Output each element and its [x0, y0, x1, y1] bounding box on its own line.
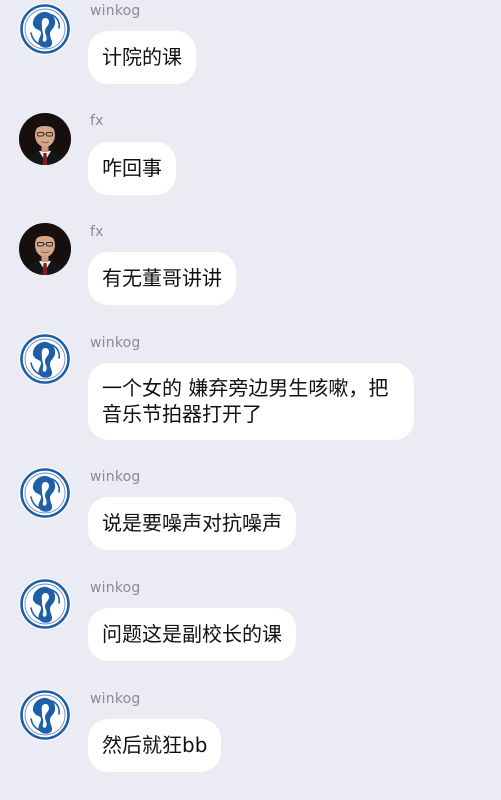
winkog-logo-icon[interactable]	[19, 3, 71, 55]
winkog-logo-icon[interactable]	[19, 333, 71, 385]
fx-photo-avatar[interactable]	[19, 223, 71, 275]
chat-message-list[interactable]: winkog 计院的课 fx 咋回事 fx 有无董哥讲讲 winkog 一个女的…	[0, 0, 501, 800]
sender-name: fx	[90, 224, 104, 240]
message-bubble[interactable]: 计院的课	[88, 31, 196, 84]
sender-name: winkog	[90, 580, 141, 596]
sender-name: fx	[90, 113, 104, 129]
winkog-logo-icon[interactable]	[19, 467, 71, 519]
sender-name: winkog	[90, 691, 141, 707]
message-bubble[interactable]: 然后就狂bb	[88, 719, 222, 772]
sender-name: winkog	[90, 3, 141, 19]
winkog-logo-icon[interactable]	[19, 689, 71, 741]
message-bubble[interactable]: 有无董哥讲讲	[88, 252, 236, 305]
message-bubble[interactable]: 咋回事	[88, 142, 176, 195]
sender-name: winkog	[90, 335, 141, 351]
fx-photo-avatar[interactable]	[19, 113, 71, 165]
winkog-logo-icon[interactable]	[19, 578, 71, 630]
message-bubble[interactable]: 一个女的 嫌弃旁边男生咳嗽，把音乐节拍器打开了	[88, 363, 414, 440]
sender-name: winkog	[90, 469, 141, 485]
message-bubble[interactable]: 说是要噪声对抗噪声	[88, 497, 296, 550]
message-bubble[interactable]: 问题这是副校长的课	[88, 608, 296, 661]
